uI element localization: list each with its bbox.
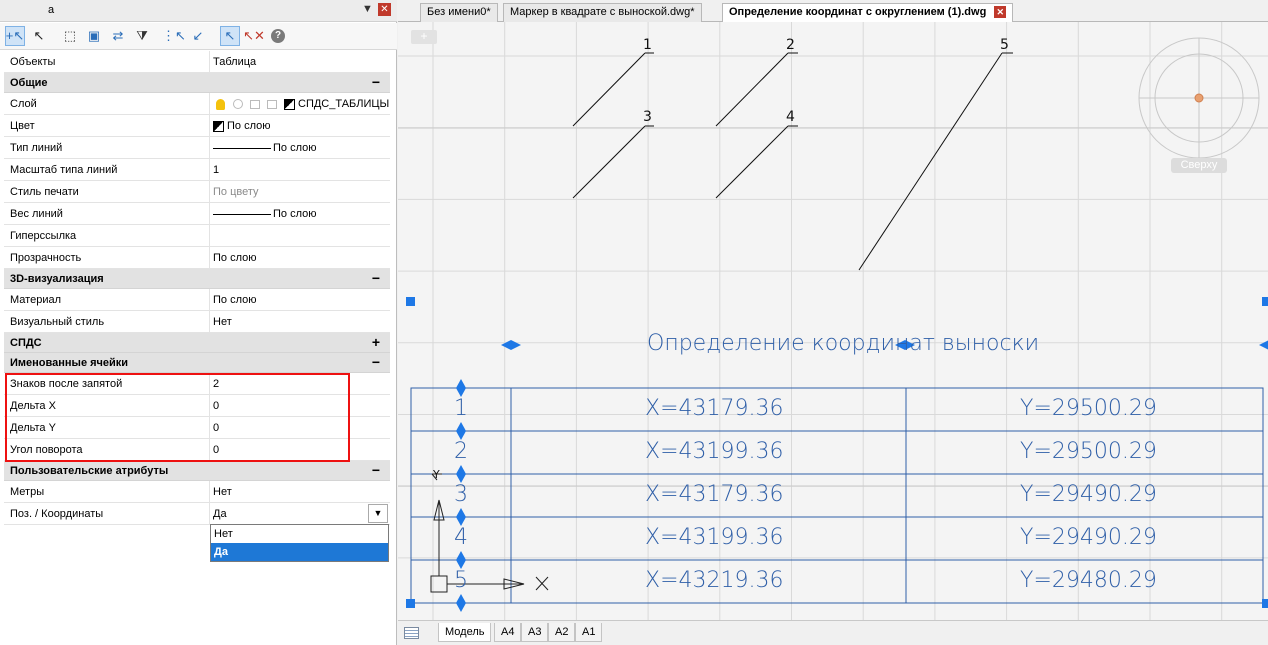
row-y-value: Y=29490.29	[1020, 525, 1157, 550]
row-objects[interactable]: Объекты Таблица	[4, 51, 390, 73]
filter-icon[interactable]: ⧩	[132, 26, 152, 46]
row-x-value: X=43219.36	[645, 568, 784, 593]
row-hyperlink[interactable]: Гиперссылка	[4, 225, 390, 247]
panel-menu-icon[interactable]: ▼	[362, 3, 373, 15]
row-number: 1	[454, 396, 468, 421]
row-x-value: X=43179.36	[645, 396, 784, 421]
tab-unnamed[interactable]: Без имени0*	[420, 3, 498, 22]
layout-tabs-bar: Модель A4 A3 A2 A1	[398, 620, 1268, 645]
tab-model[interactable]: Модель	[438, 623, 492, 642]
row-visual-style[interactable]: Визуальный стиль Нет	[4, 311, 390, 333]
select-add-icon[interactable]: +↖	[5, 26, 25, 46]
category-named-cells[interactable]: Именованные ячейки −	[4, 353, 390, 373]
layer-color-swatch	[284, 98, 295, 110]
dropdown-option-yes[interactable]: Да	[211, 543, 388, 561]
row-layer[interactable]: Слой СПДС_ТАБЛИЦЫ	[4, 93, 390, 115]
row-lineweight[interactable]: Вес линий По слою	[4, 203, 390, 225]
leader-number: 1	[643, 37, 652, 53]
ucs-y-label: Y	[433, 468, 440, 481]
layer-on-icon	[216, 98, 225, 110]
help-icon[interactable]: ?	[268, 26, 288, 46]
panel-title-bar: a ▼ ✕	[0, 0, 397, 22]
deselect-point-icon[interactable]: ↖✕	[243, 26, 265, 46]
layer-lock-icon	[250, 99, 260, 109]
tab-layout-a4[interactable]: A4	[494, 623, 522, 642]
drawing-canvas[interactable]: + Сверху 1 2 3 4 5 Определение координат…	[398, 22, 1268, 620]
dropdown-option-no[interactable]: Нет	[211, 525, 388, 543]
grid-major-lines	[398, 127, 1268, 487]
color-swatch-icon	[213, 120, 224, 132]
expand-icon[interactable]: +	[372, 334, 380, 350]
window-select-icon[interactable]: ⬚	[60, 26, 80, 46]
row-plot-style[interactable]: Стиль печати По цвету	[4, 181, 390, 203]
row-y-value: Y=29480.29	[1020, 568, 1157, 593]
row-linetype-scale[interactable]: Масштаб типа линий 1	[4, 159, 390, 181]
table-title: Определение координат выноски	[647, 331, 1040, 356]
layout-list-icon[interactable]	[404, 627, 419, 639]
dropdown-list: Нет Да	[210, 524, 389, 562]
row-rotation[interactable]: Угол поворота 0	[4, 439, 390, 461]
tab-layout-a3[interactable]: A3	[521, 623, 549, 642]
chevron-down-icon[interactable]: ▼	[368, 504, 388, 523]
row-material[interactable]: Материал По слою	[4, 289, 390, 311]
layer-freeze-icon	[233, 99, 243, 110]
tab-layout-a1[interactable]: A1	[575, 623, 603, 642]
row-delta-x[interactable]: Дельта X0	[4, 395, 390, 417]
leader-number: 3	[643, 109, 652, 125]
category-user-attributes[interactable]: Пользовательские атрибуты −	[4, 461, 390, 481]
toggle-pickadd-icon[interactable]: ⇄	[108, 26, 128, 46]
panel-close-icon[interactable]: ✕	[378, 3, 391, 16]
collapse-icon[interactable]: −	[372, 354, 380, 370]
row-y-value: Y=29490.29	[1020, 482, 1157, 507]
row-transparency[interactable]: Прозрачность По слою	[4, 247, 390, 269]
tab-marker[interactable]: Маркер в квадрате с выноской.dwg*	[503, 3, 702, 22]
pos-coords-select[interactable]: Да	[213, 508, 227, 520]
lineweight-sample	[213, 213, 271, 215]
row-number: 4	[454, 525, 468, 550]
row-meters[interactable]: Метры Нет	[4, 481, 390, 503]
close-icon[interactable]: ✕	[994, 6, 1007, 19]
row-y-value: Y=29500.29	[1020, 439, 1157, 464]
ucs-icon	[430, 473, 549, 593]
quick-select-icon[interactable]: ▣	[84, 26, 104, 46]
property-grid: Объекты Таблица Общие − Слой СПДС_ТАБЛИЦЫ …	[4, 51, 390, 525]
pointer-icon[interactable]: ↖	[29, 26, 49, 46]
row-number: 2	[454, 439, 468, 464]
row-pos-coords[interactable]: Поз. / Координаты Да	[4, 503, 390, 525]
collapse-icon[interactable]: −	[372, 74, 380, 90]
row-color[interactable]: Цвет По слою	[4, 115, 390, 137]
properties-toolbar: +↖ ↖ ⬚ ▣ ⇄ ⧩ ⋮↖ ↙ ↖ ↖✕ ?	[0, 23, 397, 50]
leader-lines	[572, 52, 1013, 271]
row-decimals[interactable]: Знаков после запятой 2	[4, 373, 390, 395]
pick-point-icon[interactable]: ↖	[220, 26, 240, 46]
select-similar-icon[interactable]: ⋮↖	[162, 26, 186, 46]
tab-coords-active[interactable]: Определение координат с округлением (1).…	[722, 3, 1014, 23]
category-3d[interactable]: 3D-визуализация −	[4, 269, 390, 289]
deselect-icon[interactable]: ↙	[188, 26, 208, 46]
document-tabs: Без имени0* Маркер в квадрате с выноской…	[398, 0, 1268, 23]
category-spds[interactable]: СПДС +	[4, 333, 390, 353]
viewport-plus-button[interactable]: +	[411, 30, 437, 44]
collapse-icon[interactable]: −	[372, 462, 380, 478]
leader-number: 4	[786, 109, 795, 125]
row-x-value: X=43179.36	[645, 482, 784, 507]
viewcube-top-button[interactable]: Сверху	[1171, 158, 1227, 173]
row-linetype[interactable]: Тип линий По слою	[4, 137, 390, 159]
row-delta-y[interactable]: Дельта Y0	[4, 417, 390, 439]
panel-title: a	[48, 4, 55, 16]
tab-layout-a2[interactable]: A2	[548, 623, 576, 642]
properties-panel: a ▼ ✕ +↖ ↖ ⬚ ▣ ⇄ ⧩ ⋮↖ ↙ ↖ ↖✕ ? Объекты Та…	[0, 0, 397, 645]
linetype-sample	[213, 147, 271, 149]
row-x-value: X=43199.36	[645, 525, 784, 550]
leader-number: 2	[786, 37, 795, 53]
row-x-value: X=43199.36	[645, 439, 784, 464]
row-number: 3	[454, 482, 468, 507]
row-y-value: Y=29500.29	[1020, 396, 1157, 421]
layer-plot-icon	[267, 99, 277, 109]
row-number: 5	[454, 568, 468, 593]
collapse-icon[interactable]: −	[372, 270, 380, 286]
category-general[interactable]: Общие −	[4, 73, 390, 93]
leader-number: 5	[1000, 37, 1009, 53]
